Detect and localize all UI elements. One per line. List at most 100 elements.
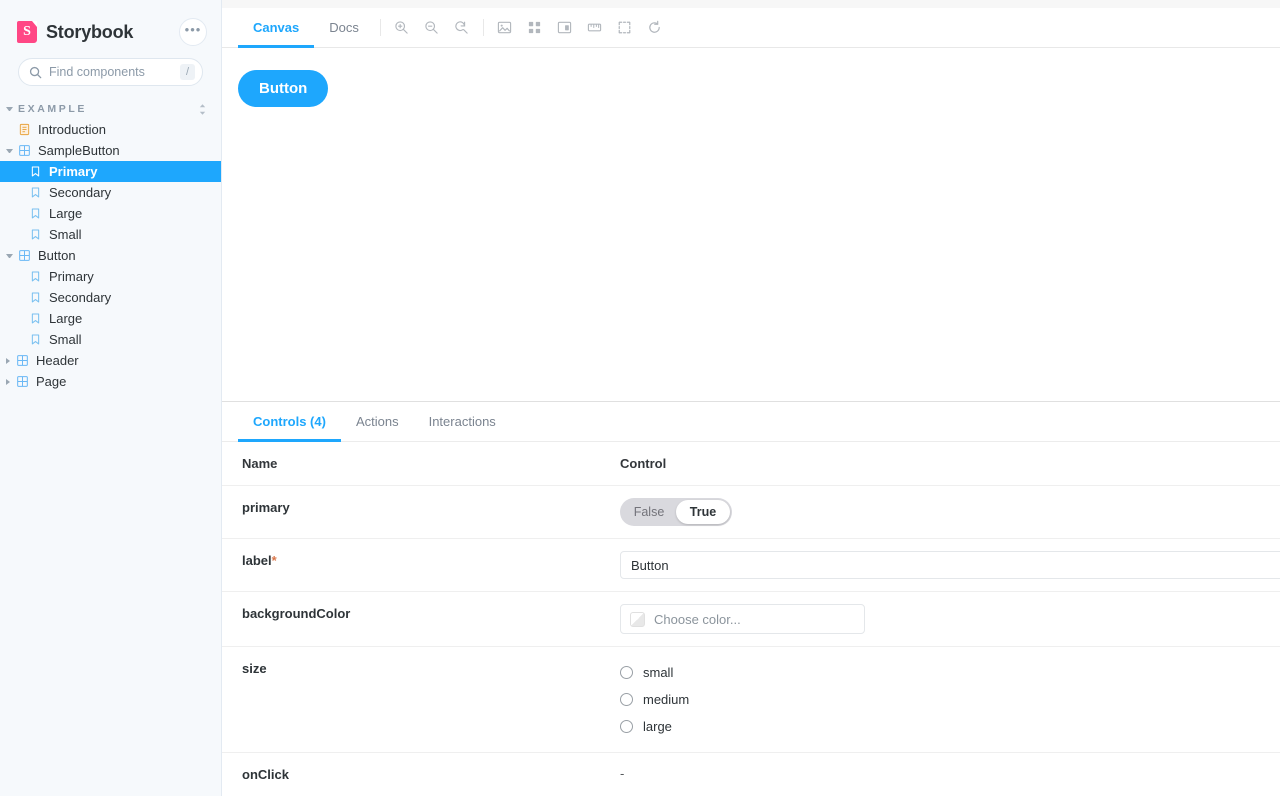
sidebar-item-header-11[interactable]: Header <box>0 350 221 371</box>
storybook-logo-icon: S <box>17 21 37 43</box>
story-button[interactable]: Button <box>238 70 329 107</box>
component-icon <box>18 249 32 262</box>
control-name-backgroundcolor: backgroundColor <box>242 606 351 621</box>
sidebar: S Storybook ••• / EXAMPLE <box>0 0 222 796</box>
document-icon <box>18 123 32 136</box>
measure-icon[interactable] <box>580 8 610 47</box>
sidebar-item-label: Small <box>49 332 82 347</box>
sidebar-item-label: Primary <box>49 269 94 284</box>
controls-table: Name Control primary False True label* B… <box>222 442 1280 796</box>
control-name-onclick: onClick <box>242 767 289 782</box>
tab-actions[interactable]: Actions <box>341 402 414 441</box>
sidebar-item-samplebutton-1[interactable]: SampleButton <box>0 140 221 161</box>
sidebar-item-small-5[interactable]: Small <box>0 224 221 245</box>
radio-label-medium: medium <box>643 692 690 707</box>
grid-icon[interactable] <box>520 8 550 47</box>
column-header-name: Name <box>242 456 278 471</box>
control-empty-value: - <box>620 766 625 781</box>
radio-icon[interactable] <box>620 720 633 733</box>
sidebar-item-label: Header <box>36 353 79 368</box>
chevron-right-icon[interactable] <box>6 357 11 364</box>
sidebar-item-label: Large <box>49 206 83 221</box>
toggle-option-true[interactable]: True <box>676 500 730 524</box>
sidebar-item-label: Introduction <box>38 122 106 137</box>
brand-title: Storybook <box>46 21 134 42</box>
table-row: backgroundColor <box>222 592 1280 647</box>
story-icon <box>29 270 43 283</box>
color-value-input[interactable] <box>654 611 855 627</box>
control-name-size: size <box>242 661 267 676</box>
sidebar-item-large-9[interactable]: Large <box>0 308 221 329</box>
chevron-right-icon[interactable] <box>6 378 11 385</box>
tab-interactions[interactable]: Interactions <box>414 402 511 441</box>
table-row: size small medium large <box>222 647 1280 753</box>
expand-all-icon[interactable] <box>198 103 207 116</box>
story-canvas: Button <box>222 48 1280 401</box>
radio-option-medium[interactable]: medium <box>620 686 1264 713</box>
sidebar-item-label: Small <box>49 227 82 242</box>
main-area: Canvas Docs Button Controls (4) Actions … <box>222 0 1280 796</box>
control-cell-label <box>620 539 1280 591</box>
sidebar-item-introduction-0[interactable]: Introduction <box>0 119 221 140</box>
column-header-control: Control <box>620 456 667 471</box>
radio-icon[interactable] <box>620 666 633 679</box>
zoom-in-icon[interactable] <box>387 8 417 47</box>
radio-option-large[interactable]: large <box>620 713 1264 740</box>
toggle-option-false[interactable]: False <box>622 500 676 524</box>
sidebar-item-label: SampleButton <box>38 143 120 158</box>
color-picker-backgroundcolor[interactable] <box>620 604 865 634</box>
text-input-label[interactable] <box>620 551 1280 579</box>
sidebar-item-secondary-3[interactable]: Secondary <box>0 182 221 203</box>
backgrounds-icon[interactable] <box>490 8 520 47</box>
story-icon <box>29 312 43 325</box>
sidebar-item-page-12[interactable]: Page <box>0 371 221 392</box>
color-swatch-icon[interactable] <box>630 611 645 627</box>
refresh-icon[interactable] <box>640 8 670 47</box>
chevron-down-icon <box>6 107 13 111</box>
sidebar-item-label: Large <box>49 311 83 326</box>
search-box[interactable]: / <box>18 58 203 86</box>
table-row: label* <box>222 539 1280 592</box>
table-row: primary False True <box>222 486 1280 539</box>
component-icon <box>16 375 30 388</box>
story-icon <box>29 333 43 346</box>
table-row: onClick - <box>222 753 1280 796</box>
toolbar-separator <box>379 19 381 36</box>
sidebar-item-label: Secondary <box>49 290 112 305</box>
sidebar-item-large-4[interactable]: Large <box>0 203 221 224</box>
radio-option-small[interactable]: small <box>620 659 1264 686</box>
sidebar-item-small-10[interactable]: Small <box>0 329 221 350</box>
sidebar-item-secondary-8[interactable]: Secondary <box>0 287 221 308</box>
sidebar-menu-button[interactable]: ••• <box>179 18 207 46</box>
toolbar-separator-2 <box>482 19 484 36</box>
boolean-toggle-primary[interactable]: False True <box>620 498 732 526</box>
sidebar-item-primary-7[interactable]: Primary <box>0 266 221 287</box>
search-icon <box>29 66 42 78</box>
story-icon <box>29 207 43 220</box>
chevron-down-icon[interactable] <box>6 148 13 153</box>
controls-table-header: Name Control <box>222 442 1280 486</box>
search-input[interactable] <box>49 65 180 79</box>
tab-docs[interactable]: Docs <box>314 8 374 47</box>
story-icon <box>29 291 43 304</box>
zoom-reset-icon[interactable] <box>447 8 477 47</box>
chevron-down-icon[interactable] <box>6 253 13 258</box>
sidebar-item-button-6[interactable]: Button <box>0 245 221 266</box>
tree-group-example[interactable]: EXAMPLE <box>0 99 221 119</box>
sidebar-item-primary-2[interactable]: Primary <box>0 161 221 182</box>
component-icon <box>18 144 32 157</box>
tab-controls[interactable]: Controls (4) <box>238 402 341 442</box>
zoom-out-icon[interactable] <box>417 8 447 47</box>
control-cell-primary: False True <box>620 486 1280 538</box>
search-shortcut-badge: / <box>180 64 195 80</box>
sidebar-item-label: Button <box>38 248 76 263</box>
control-cell-onclick: - <box>620 753 1280 795</box>
component-tree: EXAMPLE Introduction SampleButton Primary S… <box>0 86 221 392</box>
radio-icon[interactable] <box>620 693 633 706</box>
outline-icon[interactable] <box>610 8 640 47</box>
tab-canvas[interactable]: Canvas <box>238 8 315 48</box>
radio-label-large: large <box>643 719 672 734</box>
viewport-icon[interactable] <box>550 8 580 47</box>
required-asterisk: * <box>271 553 277 568</box>
search-container: / <box>0 48 221 86</box>
